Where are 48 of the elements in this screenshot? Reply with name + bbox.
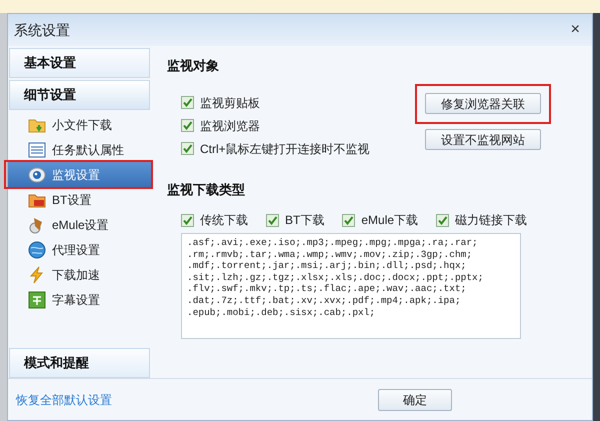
section-title: 监视下载类型 xyxy=(167,180,246,198)
list-icon xyxy=(28,142,46,158)
folder-icon xyxy=(28,192,46,208)
sidebar-item[interactable]: eMule设置 xyxy=(8,212,151,237)
sidebar-item[interactable]: 字幕设置 xyxy=(8,287,151,312)
globe-icon xyxy=(28,240,46,258)
sidebar-item[interactable]: 代理设置 xyxy=(8,237,151,262)
checkbox-label: 传统下载 xyxy=(200,212,248,229)
restore-defaults-link[interactable]: 恢复全部默认设置 xyxy=(16,390,112,408)
sidebar-item[interactable]: 下载加速 xyxy=(8,262,151,287)
checkbox-label: Ctrl+鼠标左键打开连接时不监视 xyxy=(200,140,370,158)
sidebar-item[interactable]: 任务默认属性 xyxy=(8,137,151,162)
sidebar-item[interactable]: 监视设置 xyxy=(8,162,151,187)
extension-line: .mdf;.torrent;.jar;.msi;.arj;.bin;.dll;.psd;.hqx; xyxy=(187,260,468,272)
extension-line: .sit;.lzh;.gz;.tgz;.xlsx;.xls;.doc;.docx;.ppt;.pptx; xyxy=(187,272,484,284)
extension-line: .rm;.rmvb;.tar;.wma;.wmp;.wmv;.mov;.zip;.3gp;.chm; xyxy=(187,248,474,260)
lightning-icon xyxy=(28,266,46,284)
checkbox[interactable] xyxy=(181,214,194,226)
checkbox-label: BT下载 xyxy=(285,212,324,229)
eye-icon xyxy=(28,166,46,182)
checkbox-label: eMule下载 xyxy=(361,212,418,229)
extensions-textbox[interactable] xyxy=(181,233,521,339)
checkbox[interactable] xyxy=(342,214,356,226)
extension-line: .dat;.7z;.ttf;.bat;.xv;.xvx;.pdf;.mp4;.apk;.ipa; xyxy=(187,294,462,307)
sidebar-item[interactable]: 小文件下载 xyxy=(8,112,151,137)
sidebar-section[interactable]: 模式和提醒 xyxy=(9,348,150,378)
subtitle-icon xyxy=(28,290,46,308)
action-button[interactable]: 修复浏览器关联 xyxy=(425,93,541,114)
checkbox[interactable] xyxy=(181,119,194,132)
sidebar-section[interactable]: 细节设置 xyxy=(9,80,150,110)
extension-line: .asf;.avi;.exe;.iso;.mp3;.mpeg;.mpg;.mpga;.ra;.rar; xyxy=(187,237,479,249)
checkbox-label: 监视剪贴板 xyxy=(200,94,260,112)
section-title: 监视对象 xyxy=(167,57,220,75)
action-button[interactable]: 设置不监视网站 xyxy=(425,129,541,150)
checkbox[interactable] xyxy=(436,214,450,226)
checkbox[interactable] xyxy=(266,214,279,226)
checkbox-label: 监视浏览器 xyxy=(200,118,260,134)
close-button[interactable]: × xyxy=(564,22,586,38)
sidebar-section[interactable]: 基本设置 xyxy=(9,48,150,78)
checkbox-label: 磁力链接下载 xyxy=(455,212,528,229)
folder-icon xyxy=(28,116,46,132)
window-title: 系统设置 xyxy=(14,20,70,40)
ok-button[interactable]: 确定 xyxy=(378,388,452,410)
checkbox[interactable] xyxy=(181,142,194,155)
checkbox[interactable] xyxy=(181,96,194,109)
extension-line: .epub;.mobi;.deb;.sisx;.cab;.pxl; xyxy=(187,306,376,318)
extension-line: .flv;.swf;.mkv;.tp;.ts;.flac;.ape;.wav;.aac;.txt; xyxy=(187,283,468,295)
sidebar-item[interactable]: BT设置 xyxy=(8,187,151,212)
